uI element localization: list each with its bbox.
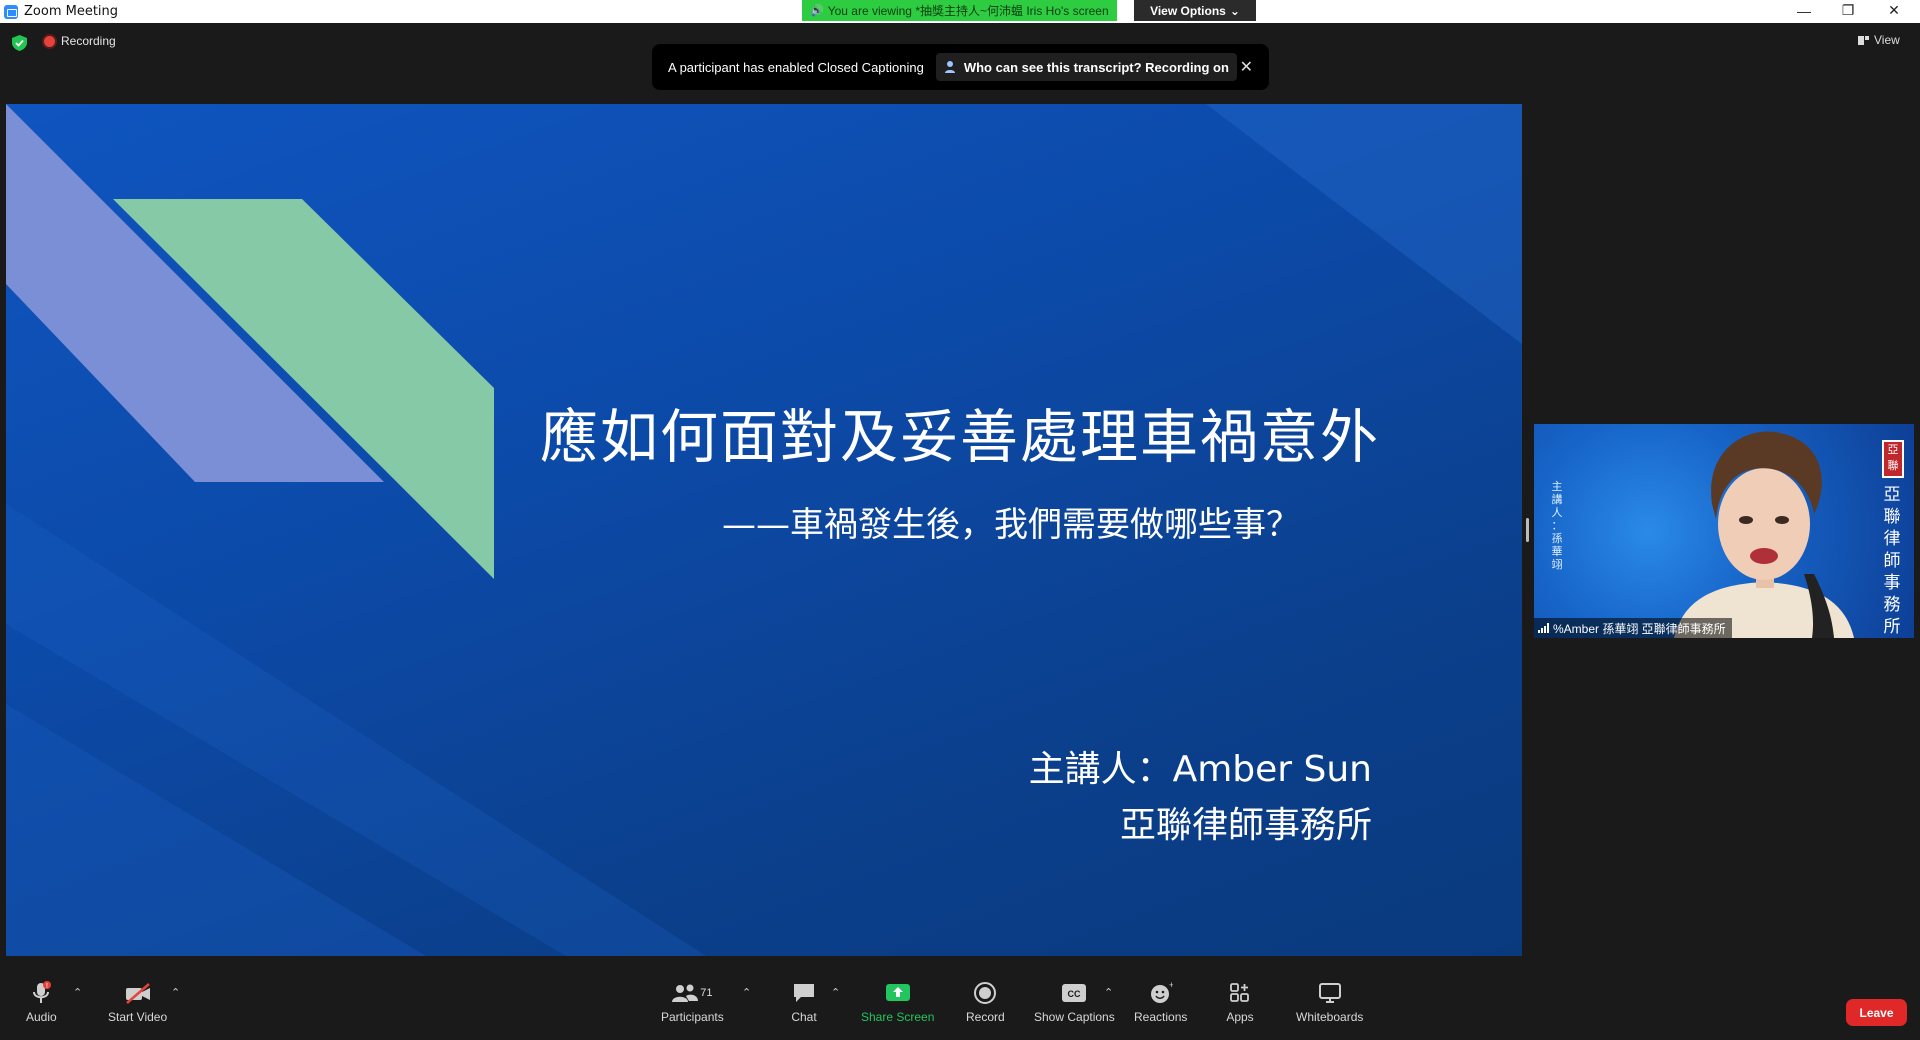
window-title: Zoom Meeting: [24, 4, 119, 19]
microphone-icon: !: [27, 980, 55, 1006]
viewing-banner: 🔊 You are viewing *抽獎主持人~何沛蝹 Iris Ho's s…: [802, 0, 1117, 21]
chevron-down-icon: ⌄: [1229, 3, 1240, 18]
close-window-button[interactable]: ✕: [1872, 0, 1916, 21]
slide-firm: 亞聯律師事務所: [1119, 805, 1372, 846]
reactions-label: Reactions: [1134, 1010, 1188, 1024]
participants-button[interactable]: 71 Participants: [661, 980, 724, 1024]
recording-indicator[interactable]: Recording: [44, 34, 116, 48]
recording-label: Recording: [61, 34, 116, 48]
chat-label: Chat: [791, 1010, 817, 1024]
svg-text:CC: CC: [1068, 989, 1081, 999]
share-screen-button[interactable]: Share Screen: [861, 980, 934, 1024]
close-icon[interactable]: ✕: [1240, 57, 1253, 77]
virtual-bg-side-text: 主講人：孫華翊: [1551, 480, 1563, 571]
start-video-button[interactable]: Start Video: [108, 980, 167, 1024]
record-button[interactable]: Record: [966, 980, 1005, 1024]
closed-captions-icon: CC: [1060, 980, 1088, 1006]
participants-label: Participants: [661, 1010, 724, 1024]
view-options-button[interactable]: View Options ⌄: [1134, 0, 1256, 21]
split-drag-handle[interactable]: [1526, 518, 1529, 542]
show-captions-label: Show Captions: [1034, 1010, 1115, 1024]
caption-notification: A participant has enabled Closed Caption…: [652, 44, 1269, 90]
participants-icon: 71: [662, 980, 722, 1006]
chat-options-caret-icon[interactable]: ⌃: [831, 986, 840, 999]
svg-text:+: +: [1169, 981, 1173, 990]
apps-button[interactable]: Apps: [1226, 980, 1254, 1024]
meeting-toolbar: ! Audio ⌃ Start Video ⌃ 71 Participants …: [0, 970, 1920, 1040]
video-off-icon: [124, 980, 152, 1006]
audio-button[interactable]: ! Audio: [26, 980, 57, 1024]
captions-options-caret-icon[interactable]: ⌃: [1104, 986, 1113, 999]
caption-message: A participant has enabled Closed Caption…: [668, 59, 924, 75]
participants-count: 71: [700, 987, 713, 999]
whiteboard-icon: [1316, 980, 1344, 1006]
chat-icon: [790, 980, 818, 1006]
shared-screen-slide: 應如何面對及妥善處理車禍意外 ——車禍發生後，我們需要做哪些事？ 主講人：Amb…: [6, 104, 1522, 956]
virtual-bg-firm-text: 亞聯律師事務所: [1883, 485, 1901, 637]
participant-name-tag: %Amber 孫華翊 亞聯律師事務所: [1534, 618, 1732, 638]
chat-button[interactable]: Chat: [790, 980, 818, 1024]
whiteboards-label: Whiteboards: [1296, 1010, 1364, 1024]
minimize-button[interactable]: —: [1782, 0, 1826, 21]
apps-icon: [1226, 980, 1254, 1006]
participant-name: %Amber 孫華翊 亞聯律師事務所: [1553, 621, 1726, 636]
record-label: Record: [966, 1010, 1005, 1024]
zoom-logo-icon: [4, 4, 18, 19]
slide-presenter: 主講人：Amber Sun: [1028, 749, 1372, 790]
signal-strength-icon: [1538, 623, 1549, 633]
whiteboards-button[interactable]: Whiteboards: [1296, 980, 1363, 1024]
view-options-label: View Options: [1150, 3, 1226, 18]
participants-options-caret-icon[interactable]: ⌃: [742, 986, 751, 999]
record-dot-icon: [44, 35, 55, 47]
transcript-question: Who can see this transcript? Recording o…: [963, 59, 1229, 75]
speaker-icon: 🔊: [810, 5, 824, 17]
view-label: View: [1874, 33, 1900, 47]
restore-button[interactable]: ❐: [1826, 0, 1870, 21]
audio-label: Audio: [26, 1010, 57, 1024]
share-screen-icon: [884, 980, 912, 1006]
apps-label: Apps: [1226, 1010, 1254, 1024]
show-captions-button[interactable]: CC Show Captions: [1034, 980, 1115, 1024]
viewing-banner-text: You are viewing *抽獎主持人~何沛蝹 Iris Ho's scr…: [827, 4, 1109, 18]
shield-icon[interactable]: [12, 35, 27, 51]
audio-options-caret-icon[interactable]: ⌃: [73, 986, 82, 999]
start-video-label: Start Video: [108, 1010, 168, 1024]
slide-subtitle: ——車禍發生後，我們需要做哪些事？: [722, 505, 1300, 545]
smiley-icon: +: [1147, 980, 1175, 1006]
leave-button[interactable]: Leave: [1846, 999, 1907, 1026]
view-layout-icon: [1858, 35, 1869, 45]
video-options-caret-icon[interactable]: ⌃: [171, 986, 180, 999]
reactions-button[interactable]: + Reactions: [1134, 980, 1187, 1024]
view-button[interactable]: View: [1858, 33, 1900, 47]
share-screen-label: Share Screen: [861, 1010, 935, 1024]
participant-video-tile[interactable]: 主講人：孫華翊 亞聯 亞聯律師事務所 %Amber 孫華翊 亞聯律師事務所: [1534, 424, 1914, 638]
person-info-icon: [944, 61, 955, 73]
slide-title: 應如何面對及妥善處理車禍意外: [540, 403, 1381, 471]
record-icon: [971, 980, 999, 1006]
svg-text:!: !: [46, 983, 48, 990]
seal-logo: 亞聯: [1882, 440, 1904, 478]
participant-avatar: [1674, 431, 1854, 638]
transcript-visibility-button[interactable]: Who can see this transcript? Recording o…: [935, 53, 1237, 81]
